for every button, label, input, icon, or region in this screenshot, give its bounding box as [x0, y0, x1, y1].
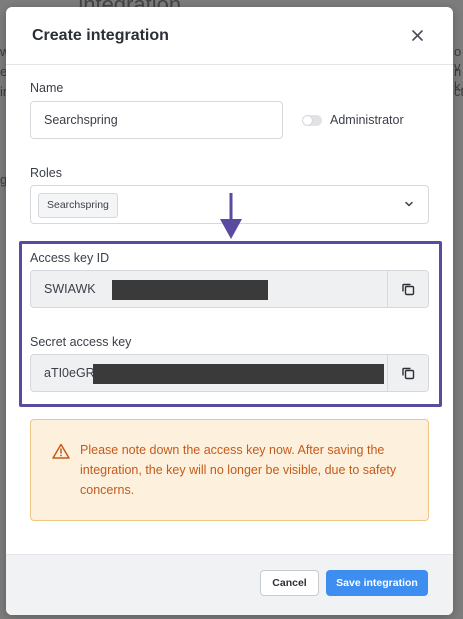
copy-icon	[402, 367, 415, 380]
warning-triangle-icon	[52, 443, 70, 459]
create-integration-modal: Create integration Name Searchspring Adm…	[6, 7, 453, 615]
name-input[interactable]: Searchspring	[30, 101, 283, 139]
warning-banner: Please note down the access key now. Aft…	[30, 419, 429, 521]
secret-key-value: aTI0eGR	[44, 366, 95, 380]
copy-icon	[402, 283, 415, 296]
chevron-down-icon	[405, 201, 413, 207]
redaction-bar	[93, 364, 384, 384]
modal-footer: Cancel Save integration	[6, 554, 453, 615]
copy-secret-key-button[interactable]	[387, 355, 428, 391]
arrow-down-icon	[220, 193, 242, 239]
modal-title: Create integration	[32, 27, 169, 44]
secret-key-field: aTI0eGR	[30, 354, 429, 392]
save-integration-button[interactable]: Save integration	[326, 570, 428, 596]
role-chip[interactable]: Searchspring	[38, 193, 118, 218]
access-key-value: SWIAWK	[44, 282, 96, 296]
roles-label: Roles	[30, 166, 62, 180]
secret-key-label: Secret access key	[30, 335, 132, 349]
warning-text: Please note down the access key now. Aft…	[80, 443, 397, 497]
close-icon	[411, 30, 423, 41]
administrator-toggle[interactable]	[302, 115, 322, 126]
administrator-label: Administrator	[330, 113, 404, 127]
background-fragment: ct	[454, 84, 463, 99]
close-button[interactable]	[407, 25, 427, 45]
cancel-button[interactable]: Cancel	[260, 570, 319, 596]
copy-access-key-button[interactable]	[387, 271, 428, 307]
access-key-field: SWIAWK	[30, 270, 429, 308]
redaction-bar	[112, 280, 268, 300]
name-label: Name	[30, 81, 64, 95]
access-key-label: Access key ID	[30, 251, 110, 265]
modal-header: Create integration	[6, 7, 453, 65]
